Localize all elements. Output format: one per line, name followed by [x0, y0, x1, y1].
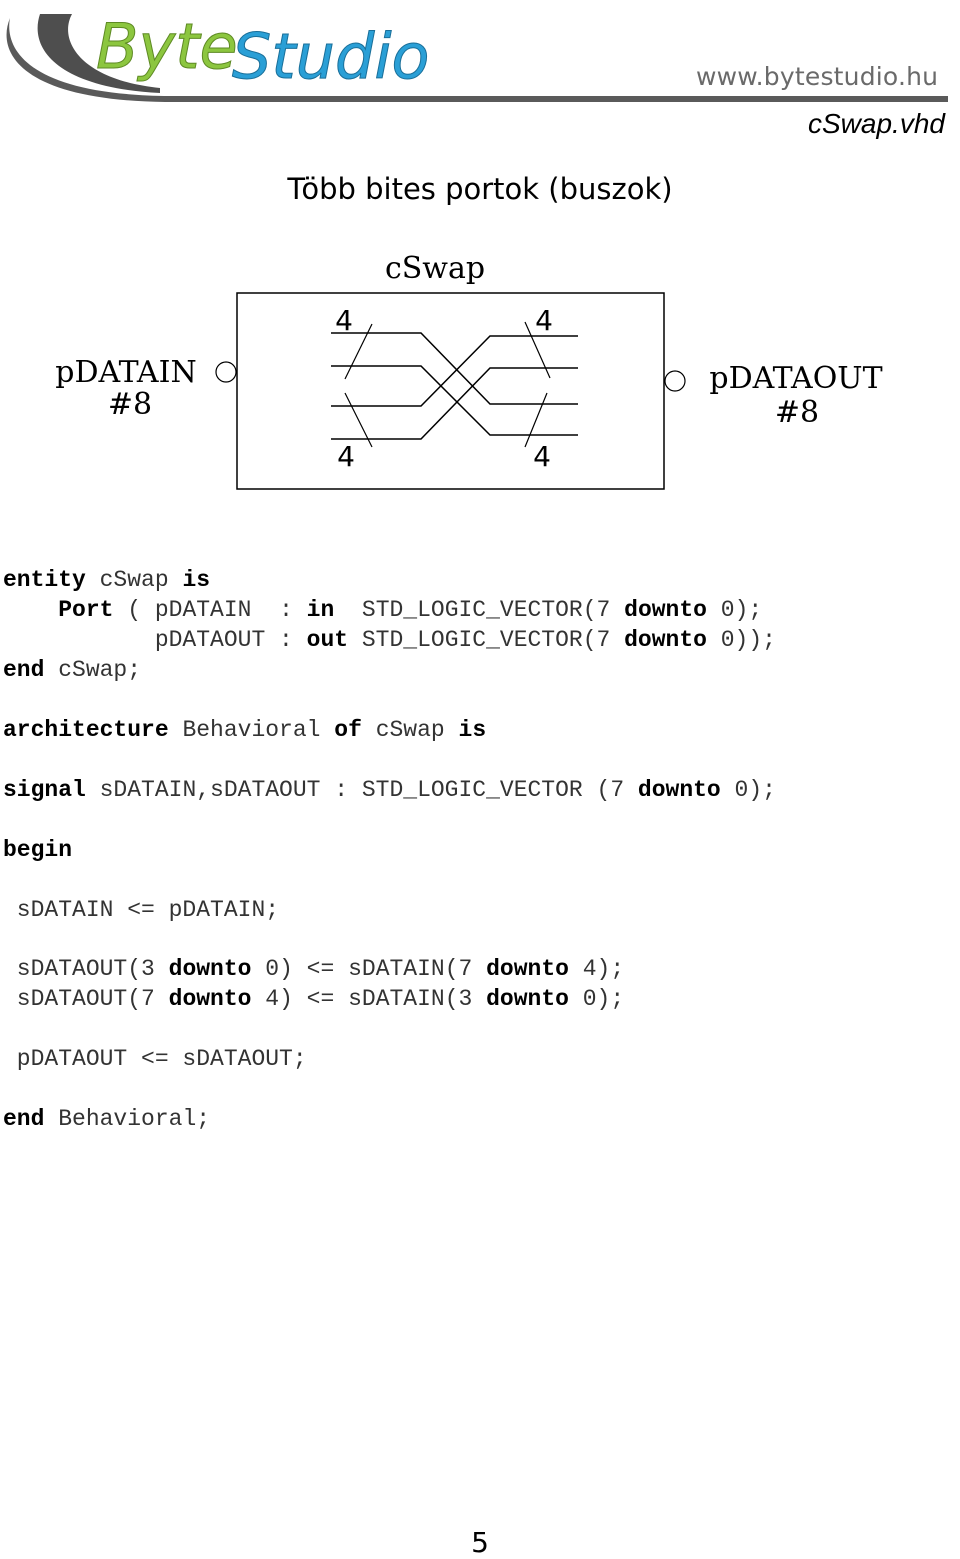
code-text: Behavioral; [44, 1106, 211, 1132]
code-text: cSwap [85, 567, 183, 593]
code-keyword: downto [486, 986, 569, 1012]
input-port-circle [215, 361, 237, 383]
code-keyword: downto [168, 986, 252, 1012]
code-text: Behavioral [168, 717, 335, 743]
code-keyword: out [306, 627, 349, 653]
code-text: cSwap [361, 717, 459, 743]
code-keyword: Port [58, 597, 114, 623]
code-keyword: downto [624, 597, 707, 623]
code-text: pDATAOUT : [3, 627, 307, 653]
code-line: signal sDATAIN,sDATAOUT : STD_LOGIC_VECT… [3, 776, 776, 804]
logo-text-studio: Studio [232, 20, 429, 93]
code-text: pDATAOUT <= sDATAOUT; [3, 1046, 307, 1072]
code-line: pDATAOUT : out STD_LOGIC_VECTOR(7 downto… [3, 626, 776, 654]
cswap-block-diagram: cSwap pDATAIN #8 pDATAOUT #8 4 4 4 4 [55, 251, 883, 490]
code-line: end Behavioral; [3, 1105, 210, 1133]
code-line: entity cSwap is [3, 566, 210, 594]
page-number: 5 [471, 1526, 489, 1559]
code-line: architecture Behavioral of cSwap is [3, 716, 486, 744]
code-text: sDATAOUT(3 [3, 956, 169, 982]
bus-mark-out-bottom [524, 392, 548, 448]
code-text: 0); [568, 986, 625, 1012]
logo-text-byte: Byte [96, 10, 238, 83]
entity-name-label: cSwap [385, 251, 485, 286]
output-port-circle [664, 370, 686, 392]
code-text: STD_LOGIC_VECTOR(7 [334, 597, 625, 623]
file-name: cSwap.vhd [808, 108, 945, 139]
code-keyword: downto [637, 777, 721, 803]
code-keyword: downto [624, 627, 707, 653]
code-text: sDATAIN,sDATAOUT : STD_LOGIC_VECTOR (7 [85, 777, 638, 803]
code-keyword: architecture [3, 717, 169, 743]
code-keyword: in [306, 597, 335, 623]
code-keyword: is [182, 567, 211, 593]
code-line: pDATAOUT <= sDATAOUT; [3, 1045, 307, 1073]
code-keyword: entity [3, 567, 86, 593]
output-port-width: #8 [775, 395, 819, 430]
swap-wires [331, 332, 578, 440]
input-port-name: pDATAIN [55, 355, 196, 390]
code-text: 4); [568, 956, 625, 982]
wire-in-2 [331, 365, 578, 436]
bus-width-marks [344, 321, 551, 448]
code-text: sDATAIN <= pDATAIN; [3, 897, 280, 923]
code-keyword: downto [168, 956, 252, 982]
code-keyword: is [458, 717, 487, 743]
code-keyword: begin [3, 837, 73, 863]
code-line: sDATAIN <= pDATAIN; [3, 896, 279, 924]
wire-in-3 [331, 335, 578, 407]
bus-count-out-top: 4 [535, 304, 553, 337]
code-keyword: of [334, 717, 362, 743]
page-title: Több bites portok (buszok) [287, 172, 673, 206]
vhdl-code-listing: entity cSwap is Port ( pDATAIN : in STD_… [3, 566, 776, 1132]
entity-box [236, 292, 665, 490]
code-text: 4) <= sDATAIN(3 [251, 986, 487, 1012]
code-keyword: end [3, 657, 45, 683]
code-keyword: signal [3, 777, 86, 803]
code-text: 0); [720, 777, 776, 803]
input-port-width: #8 [108, 387, 152, 422]
code-line: end cSwap; [3, 656, 141, 684]
code-text: STD_LOGIC_VECTOR(7 [348, 627, 625, 653]
bus-count-in-bottom: 4 [337, 440, 355, 473]
code-line: sDATAOUT(7 downto 4) <= sDATAIN(3 downto… [3, 985, 624, 1013]
bytestudio-logo: Byte Studio [6, 10, 948, 102]
code-text: 0)); [706, 627, 776, 653]
output-port-name: pDATAOUT [709, 361, 882, 396]
code-keyword: end [3, 1106, 45, 1132]
code-line: sDATAOUT(3 downto 0) <= sDATAIN(7 downto… [3, 955, 624, 983]
code-text: 0); [706, 597, 763, 623]
code-text: sDATAOUT(7 [3, 986, 169, 1012]
site-url: www.bytestudio.hu [696, 62, 939, 91]
code-line: begin [3, 836, 72, 864]
code-text: 0) <= sDATAIN(7 [251, 956, 487, 982]
bus-count-out-bottom: 4 [533, 440, 551, 473]
code-keyword: downto [486, 956, 569, 982]
bus-count-in-top: 4 [335, 304, 353, 337]
code-text: cSwap; [44, 657, 142, 683]
code-line: Port ( pDATAIN : in STD_LOGIC_VECTOR(7 d… [3, 596, 762, 624]
code-text: ( pDATAIN : [113, 597, 307, 623]
